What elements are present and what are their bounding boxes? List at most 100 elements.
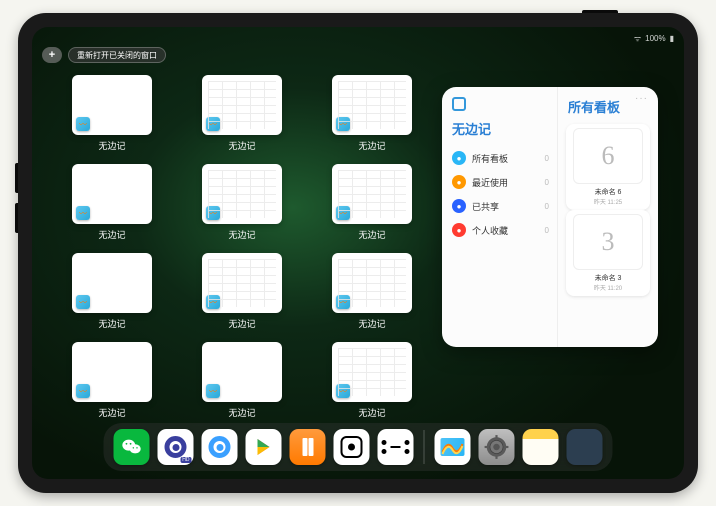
board-card[interactable]: 6 未命名 6 昨天 11:25 [566,124,650,210]
volume-up-button[interactable] [15,163,18,193]
thumbnail-label: 无边记 [228,317,255,330]
board-preview: 6 [573,128,643,184]
battery-percent: 100% [645,34,665,43]
sidebar-item-count: 0 [545,202,549,211]
popover-content: 所有看板 6 未命名 6 昨天 11:253 未命名 3 昨天 11:20 [558,87,658,347]
window-thumbnail[interactable]: 〰 无边记 [62,342,162,419]
dock-app-quark[interactable] [202,429,238,465]
thumbnail-label: 无边记 [358,228,385,241]
sidebar-item-label: 最近使用 [472,176,508,189]
thumbnail-label: 无边记 [98,139,125,152]
dock-app-connect[interactable] [378,429,414,465]
freeform-app-icon: 〰 [76,295,90,309]
freeform-app-icon: 〰 [76,117,90,131]
sidebar-item-count: 0 [545,178,549,187]
status-bar: ᯤ 100% ▮ [32,31,684,45]
wifi-icon: ᯤ [634,33,641,44]
board-card[interactable]: 3 未命名 3 昨天 11:20 [566,210,650,296]
dock-app-library[interactable] [567,429,603,465]
popover-title: 无边记 [442,113,557,146]
volume-down-button[interactable] [15,203,18,233]
more-icon[interactable]: ··· [635,93,648,104]
window-thumbnail[interactable]: 〰 无边记 [322,253,422,330]
freeform-app-icon: 〰 [76,206,90,220]
thumbnail-preview: 〰 [202,164,282,224]
sidebar-item-label: 所有看板 [472,152,508,165]
category-icon: ● [452,199,466,213]
thumbnail-label: 无边记 [358,317,385,330]
dock-app-settings[interactable] [479,429,515,465]
window-thumbnail[interactable]: 〰 无边记 [322,342,422,419]
thumbnail-preview: 〰 [72,164,152,224]
thumbnail-label: 无边记 [98,317,125,330]
thumbnail-label: 无边记 [358,139,385,152]
thumbnail-preview: 〰 [202,75,282,135]
window-thumbnail[interactable]: 〰 无边记 [62,75,162,152]
window-thumbnail[interactable]: 〰 无边记 [62,253,162,330]
category-icon: ● [452,151,466,165]
reopen-closed-window-button[interactable]: 重新打开已关闭的窗口 [68,47,166,63]
freeform-app-icon: 〰 [336,384,350,398]
thumbnail-preview: 〰 [332,342,412,402]
freeform-app-icon: 〰 [206,117,220,131]
thumbnail-preview: 〰 [332,75,412,135]
sidebar-item[interactable]: ● 所有看板 0 [442,146,557,170]
thumbnail-label: 无边记 [98,228,125,241]
freeform-app-icon: 〰 [206,206,220,220]
thumbnail-preview: 〰 [72,342,152,402]
category-icon: ● [452,175,466,189]
sidebar-item-count: 0 [545,154,549,163]
thumbnail-preview: 〰 [72,75,152,135]
window-thumbnail[interactable]: 〰 无边记 [322,75,422,152]
sidebar-item[interactable]: ● 最近使用 0 [442,170,557,194]
dock-separator [424,430,425,464]
thumbnail-preview: 〰 [202,342,282,402]
thumbnail-preview: 〰 [332,164,412,224]
sidebar-item-count: 0 [545,226,549,235]
thumbnail-label: 无边记 [98,406,125,419]
top-controls: + 重新打开已关闭的窗口 [42,47,166,63]
freeform-app-icon: 〰 [206,384,220,398]
board-name: 未命名 6 [595,187,622,197]
power-button[interactable] [582,10,618,13]
freeform-app-icon: 〰 [336,295,350,309]
dock-app-quark-hd[interactable]: HD [158,429,194,465]
freeform-app-icon: 〰 [76,384,90,398]
dock: HD [104,423,613,471]
board-timestamp: 昨天 11:20 [594,283,622,292]
sidebar-item-label: 个人收藏 [472,224,508,237]
sidebar-item-label: 已共享 [472,200,499,213]
thumbnail-label: 无边记 [228,139,255,152]
freeform-app-icon: 〰 [206,295,220,309]
thumbnail-label: 无边记 [228,406,255,419]
window-thumbnail[interactable]: 〰 无边记 [192,75,292,152]
dock-app-play-store[interactable] [246,429,282,465]
board-preview: 3 [573,214,643,270]
dock-app-books[interactable] [290,429,326,465]
thumbnail-label: 无边记 [358,406,385,419]
sidebar-popover: ··· 无边记 ● 所有看板 0 ● 最近使用 0 ● 已共享 0 ● 个人收藏 0 所有看板 6 未… [442,87,658,347]
ipad-frame: ᯤ 100% ▮ + 重新打开已关闭的窗口 〰 无边记 〰 无边记 〰 无边记 … [18,13,698,493]
thumbnail-label: 无边记 [228,228,255,241]
thumbnail-preview: 〰 [72,253,152,313]
battery-icon: ▮ [670,34,674,43]
new-window-button[interactable]: + [42,47,62,63]
window-thumbnail[interactable]: 〰 无边记 [192,342,292,419]
dock-app-game[interactable] [334,429,370,465]
dock-app-notes[interactable] [523,429,559,465]
category-icon: ● [452,223,466,237]
window-thumbnail[interactable]: 〰 无边记 [192,253,292,330]
freeform-app-icon: 〰 [336,117,350,131]
sidebar-item[interactable]: ● 个人收藏 0 [442,218,557,242]
window-thumbnail[interactable]: 〰 无边记 [62,164,162,241]
dock-app-wechat[interactable] [114,429,150,465]
thumbnail-preview: 〰 [332,253,412,313]
screen: ᯤ 100% ▮ + 重新打开已关闭的窗口 〰 无边记 〰 无边记 〰 无边记 … [32,27,684,479]
window-thumbnail[interactable]: 〰 无边记 [192,164,292,241]
sidebar-toggle-icon[interactable] [452,97,466,111]
popover-sidebar: 无边记 ● 所有看板 0 ● 最近使用 0 ● 已共享 0 ● 个人收藏 0 [442,87,558,347]
dock-app-freeform[interactable] [435,429,471,465]
freeform-app-icon: 〰 [336,206,350,220]
sidebar-item[interactable]: ● 已共享 0 [442,194,557,218]
window-thumbnail[interactable]: 〰 无边记 [322,164,422,241]
